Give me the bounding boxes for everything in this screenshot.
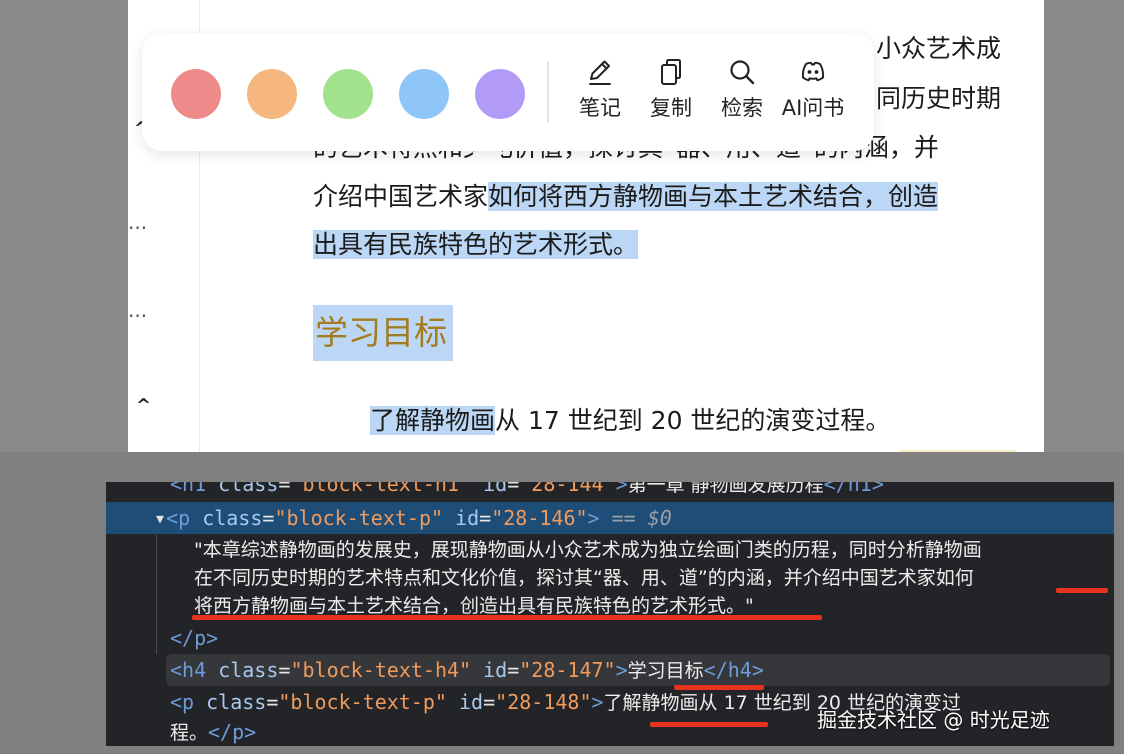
p-text-line: 在不同历史时期的艺术特点和文化价值，探讨其“器、用、道”的内涵，并介绍中国艺术家… <box>194 567 974 589</box>
tree-guide-line <box>156 534 157 654</box>
selection-toolbar: 笔记 复制 检索 AI问书 <box>142 33 874 151</box>
watermark: 掘金技术社区 @ 时光足迹 <box>817 708 1050 732</box>
paragraph-line: 出具有民族特色的艺术形式。 <box>313 228 639 262</box>
annotation-underline <box>650 722 768 727</box>
selected-text[interactable]: 出具有民族特色的艺术形式。 <box>313 230 639 259</box>
list-item-text: 从 17 世纪到 20 世纪的演变过程。 <box>495 406 891 435</box>
paragraph-line: 小众艺术成 <box>876 34 1002 63</box>
p-close-tag: </p> <box>170 626 219 650</box>
highlight-color-orange[interactable] <box>247 69 297 119</box>
annotation-underline <box>674 685 764 690</box>
copy-icon <box>661 59 681 85</box>
annotation-underline <box>1056 588 1108 593</box>
more-icon[interactable]: ··· <box>128 306 147 326</box>
h4-text: 学习目标 <box>627 660 704 682</box>
search-button-label: 检索 <box>721 96 763 120</box>
reader-area: ^ ··· ··· ^ 小众艺术成 同历史时期 的艺术特点和文化价值，探讨其“器… <box>0 0 1124 452</box>
annotation-underline <box>192 615 822 620</box>
pencil-icon <box>589 60 611 85</box>
section-heading[interactable]: 学习目标 <box>313 305 453 361</box>
list-item: 了解静物画从 17 世纪到 20 世纪的演变过程。 <box>370 404 890 438</box>
h1-text: 第一章 静物画发展历程 <box>627 482 824 496</box>
more-icon[interactable]: ··· <box>128 218 147 238</box>
copy-button[interactable]: 复制 <box>634 55 708 129</box>
highlight-color-green[interactable] <box>323 69 373 119</box>
note-button[interactable]: 笔记 <box>563 55 637 129</box>
selected-text[interactable]: 了解静物画 <box>370 406 496 435</box>
highlight-color-blue[interactable] <box>399 69 449 119</box>
highlight-color-red[interactable] <box>171 69 221 119</box>
highlight-snippet <box>900 450 1016 452</box>
search-button[interactable]: 检索 <box>705 55 779 129</box>
search-icon <box>730 60 755 85</box>
selected-marker: == $0 <box>611 506 672 530</box>
highlight-color-purple[interactable] <box>475 69 525 119</box>
collapse-triangle-icon[interactable]: ▾ <box>154 506 166 530</box>
copy-button-label: 复制 <box>650 96 692 120</box>
paragraph-line: 同历史时期 <box>876 84 1002 113</box>
p-text-line: "本章综述静物画的发展史，展现静物画从小众艺术成为独立绘画门类的历程，同时分析静… <box>194 539 982 561</box>
dom-node-p-146[interactable]: ▾<p class="block-text-p" id="28-146"> ==… <box>154 505 672 531</box>
paragraph-line: 介绍中国艺术家如何将西方静物画与本土艺术结合，创造 <box>313 180 939 214</box>
dom-node-h4[interactable]: <h4 class="block-text-h4" id="28-147">学习… <box>170 657 764 684</box>
ai-book-button-label: AI问书 <box>781 96 845 120</box>
ai-book-button[interactable]: AI问书 <box>776 55 850 129</box>
collapse-chevron-icon[interactable]: ^ <box>136 395 151 416</box>
discord-icon <box>801 61 825 82</box>
toolbar-divider <box>547 61 549 123</box>
paragraph-text: 介绍中国艺术家 <box>313 182 489 211</box>
dom-node-h1[interactable]: <h1 class="block-text-h1" id="28-144">第一… <box>170 482 884 498</box>
selected-text[interactable]: 如何将西方静物画与本土艺术结合，创造 <box>488 182 939 211</box>
dom-node-p-148-cont: 程。</p> <box>170 720 257 744</box>
note-button-label: 笔记 <box>579 96 621 120</box>
